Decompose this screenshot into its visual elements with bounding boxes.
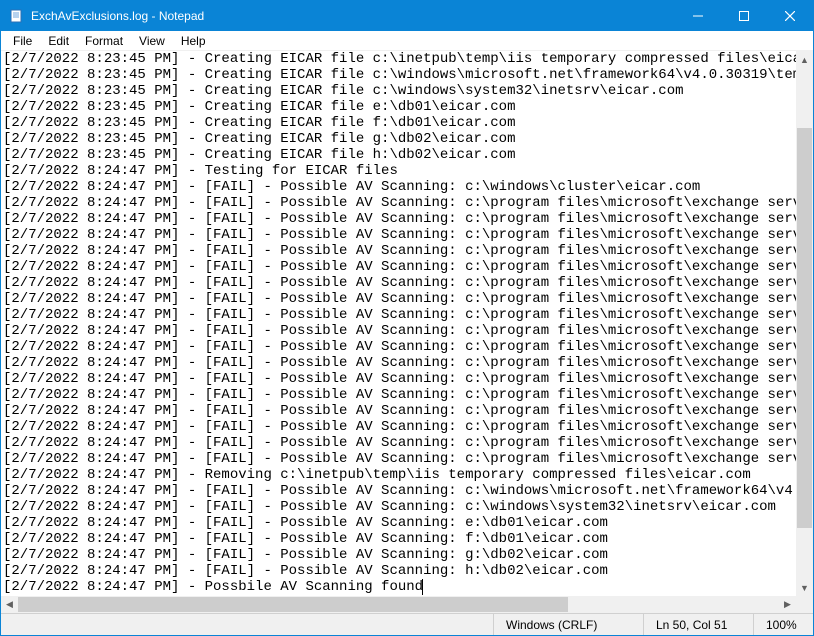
window-controls (675, 1, 813, 31)
notepad-window: ExchAvExclusions.log - Notepad File Edit… (0, 0, 814, 636)
menubar: File Edit Format View Help (1, 31, 813, 51)
menu-edit[interactable]: Edit (40, 32, 77, 50)
scrollbar-corner (796, 596, 813, 613)
menu-format[interactable]: Format (77, 32, 131, 50)
menu-view[interactable]: View (131, 32, 173, 50)
scroll-up-arrow-icon[interactable]: ▲ (796, 51, 813, 68)
vertical-scrollbar[interactable]: ▲ ▼ (796, 51, 813, 596)
vscroll-thumb[interactable] (797, 128, 812, 528)
status-zoom: 100% (753, 614, 813, 635)
status-line-ending: Windows (CRLF) (493, 614, 643, 635)
scroll-right-arrow-icon[interactable]: ▶ (779, 596, 796, 613)
menu-help[interactable]: Help (173, 32, 214, 50)
vscroll-track[interactable] (796, 68, 813, 579)
titlebar[interactable]: ExchAvExclusions.log - Notepad (1, 1, 813, 31)
hscroll-track[interactable] (18, 596, 779, 613)
hscroll-thumb[interactable] (18, 597, 568, 612)
minimize-button[interactable] (675, 1, 721, 31)
scroll-down-arrow-icon[interactable]: ▼ (796, 579, 813, 596)
window-title: ExchAvExclusions.log - Notepad (31, 9, 675, 23)
maximize-button[interactable] (721, 1, 767, 31)
content-area: [2/7/2022 8:23:45 PM] - Creating EICAR f… (1, 51, 813, 613)
notepad-app-icon (9, 8, 25, 24)
scroll-left-arrow-icon[interactable]: ◀ (1, 596, 18, 613)
status-cursor-position: Ln 50, Col 51 (643, 614, 753, 635)
horizontal-scrollbar[interactable]: ◀ ▶ (1, 596, 796, 613)
close-button[interactable] (767, 1, 813, 31)
menu-file[interactable]: File (5, 32, 40, 50)
statusbar: Windows (CRLF) Ln 50, Col 51 100% (1, 613, 813, 635)
text-editor[interactable]: [2/7/2022 8:23:45 PM] - Creating EICAR f… (1, 51, 813, 596)
